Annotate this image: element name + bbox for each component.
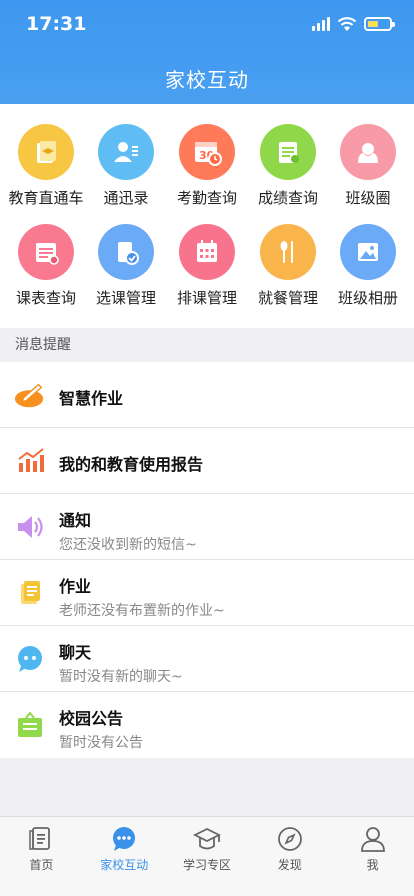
list-item-subtitle: 暂时没有新的聊天~ <box>59 669 183 685</box>
bottom-tab-bar: 首页 家校互动 学习专区 发现 我 <box>0 816 414 896</box>
list-item-homework[interactable]: 作业 老师还没有布置新的作业~ <box>0 560 414 626</box>
section-header-messages: 消息提醒 <box>0 328 414 362</box>
grid-item-attendance[interactable]: 30 考勤查询 <box>166 124 248 208</box>
wifi-icon <box>337 17 357 31</box>
status-bar: 17:31 <box>0 0 414 50</box>
tab-label: 我 <box>366 858 379 872</box>
tab-learning[interactable]: 学习专区 <box>166 817 249 896</box>
page-title: 家校互动 <box>165 68 249 92</box>
tab-label: 首页 <box>29 858 54 872</box>
contacts-icon <box>98 124 154 180</box>
list-item-title: 校园公告 <box>59 709 124 728</box>
tab-home[interactable]: 首页 <box>0 817 83 896</box>
grid-item-album[interactable]: 班级相册 <box>327 224 409 308</box>
grid-item-timetable[interactable]: 课表查询 <box>5 224 87 308</box>
list-item-subtitle: 您还没收到新的短信~ <box>59 537 197 553</box>
grid-label: 排课管理 <box>176 289 237 307</box>
list-item-chat[interactable]: 聊天 暂时没有新的聊天~ <box>0 626 414 692</box>
usage-report-icon <box>14 445 46 477</box>
chat-icon <box>14 643 46 675</box>
homework-icon <box>14 577 46 609</box>
education-express-icon <box>18 124 74 180</box>
grid-label: 班级相册 <box>337 289 398 307</box>
tab-label: 家校互动 <box>100 858 149 872</box>
list-item-smart-homework[interactable]: 智慧作业 <box>0 362 414 428</box>
chat-bubble-icon <box>110 825 138 853</box>
list-item-announcement[interactable]: 校园公告 暂时没有公告 <box>0 692 414 758</box>
tab-label: 发现 <box>277 858 302 872</box>
grid-item-schedule[interactable]: 排课管理 <box>166 224 248 308</box>
attendance-calendar-icon: 30 <box>179 124 235 180</box>
header-bar: 17:31 家校互动 <box>0 0 414 104</box>
list-item-subtitle: 暂时没有公告 <box>59 735 143 751</box>
smart-homework-icon <box>14 379 46 411</box>
cellular-signal-icon <box>312 17 330 31</box>
schedule-icon <box>179 224 235 280</box>
tab-discover[interactable]: 发现 <box>248 817 331 896</box>
grid-label: 就餐管理 <box>257 289 318 307</box>
grid-label: 成绩查询 <box>257 189 318 207</box>
list-item-title: 智慧作业 <box>59 389 124 408</box>
grid-label: 教育直通车 <box>8 189 84 207</box>
list-item-title: 通知 <box>59 511 92 530</box>
list-item-title: 我的和教育使用报告 <box>59 455 204 474</box>
list-item-notification[interactable]: 通知 您还没收到新的短信~ <box>0 494 414 560</box>
grid-item-class-circle[interactable]: 班级圈 <box>327 124 409 208</box>
grades-icon <box>260 124 316 180</box>
grid-item-course-select[interactable]: 选课管理 <box>85 224 167 308</box>
timetable-icon <box>18 224 74 280</box>
grid-label: 班级圈 <box>345 189 391 207</box>
battery-icon <box>364 17 395 31</box>
person-icon <box>359 825 387 853</box>
list-item-title: 聊天 <box>59 643 92 662</box>
status-time: 17:31 <box>26 13 87 35</box>
feature-grid: 教育直通车 通迅录 30 考勤查询 成绩查询 班级圈 课表查询 选课管理 排课管… <box>0 104 414 328</box>
list-item-title: 作业 <box>59 577 92 596</box>
grid-label: 通迅录 <box>103 189 149 207</box>
album-icon <box>340 224 396 280</box>
message-list: 智慧作业 我的和教育使用报告 通知 您还没收到新的短信~ 作业 老师还没有布置新… <box>0 362 414 758</box>
tab-home-school[interactable]: 家校互动 <box>83 817 166 896</box>
tab-label: 学习专区 <box>182 858 231 872</box>
grid-item-contacts[interactable]: 通迅录 <box>85 124 167 208</box>
grid-label: 选课管理 <box>95 289 156 307</box>
grid-item-grades[interactable]: 成绩查询 <box>247 124 329 208</box>
list-item-subtitle: 老师还没有布置新的作业~ <box>59 603 225 619</box>
home-icon <box>27 825 55 853</box>
grid-label: 课表查询 <box>15 289 76 307</box>
compass-icon <box>276 825 304 853</box>
grid-item-education-express[interactable]: 教育直通车 <box>5 124 87 208</box>
tab-me[interactable]: 我 <box>331 817 414 896</box>
course-select-icon <box>98 224 154 280</box>
dining-icon <box>260 224 316 280</box>
class-circle-icon <box>340 124 396 180</box>
announcement-icon <box>14 709 46 741</box>
graduation-cap-icon <box>192 825 221 853</box>
speaker-icon <box>14 511 46 543</box>
grid-label: 考勤查询 <box>176 189 237 207</box>
grid-item-dining[interactable]: 就餐管理 <box>247 224 329 308</box>
list-item-usage-report[interactable]: 我的和教育使用报告 <box>0 428 414 494</box>
